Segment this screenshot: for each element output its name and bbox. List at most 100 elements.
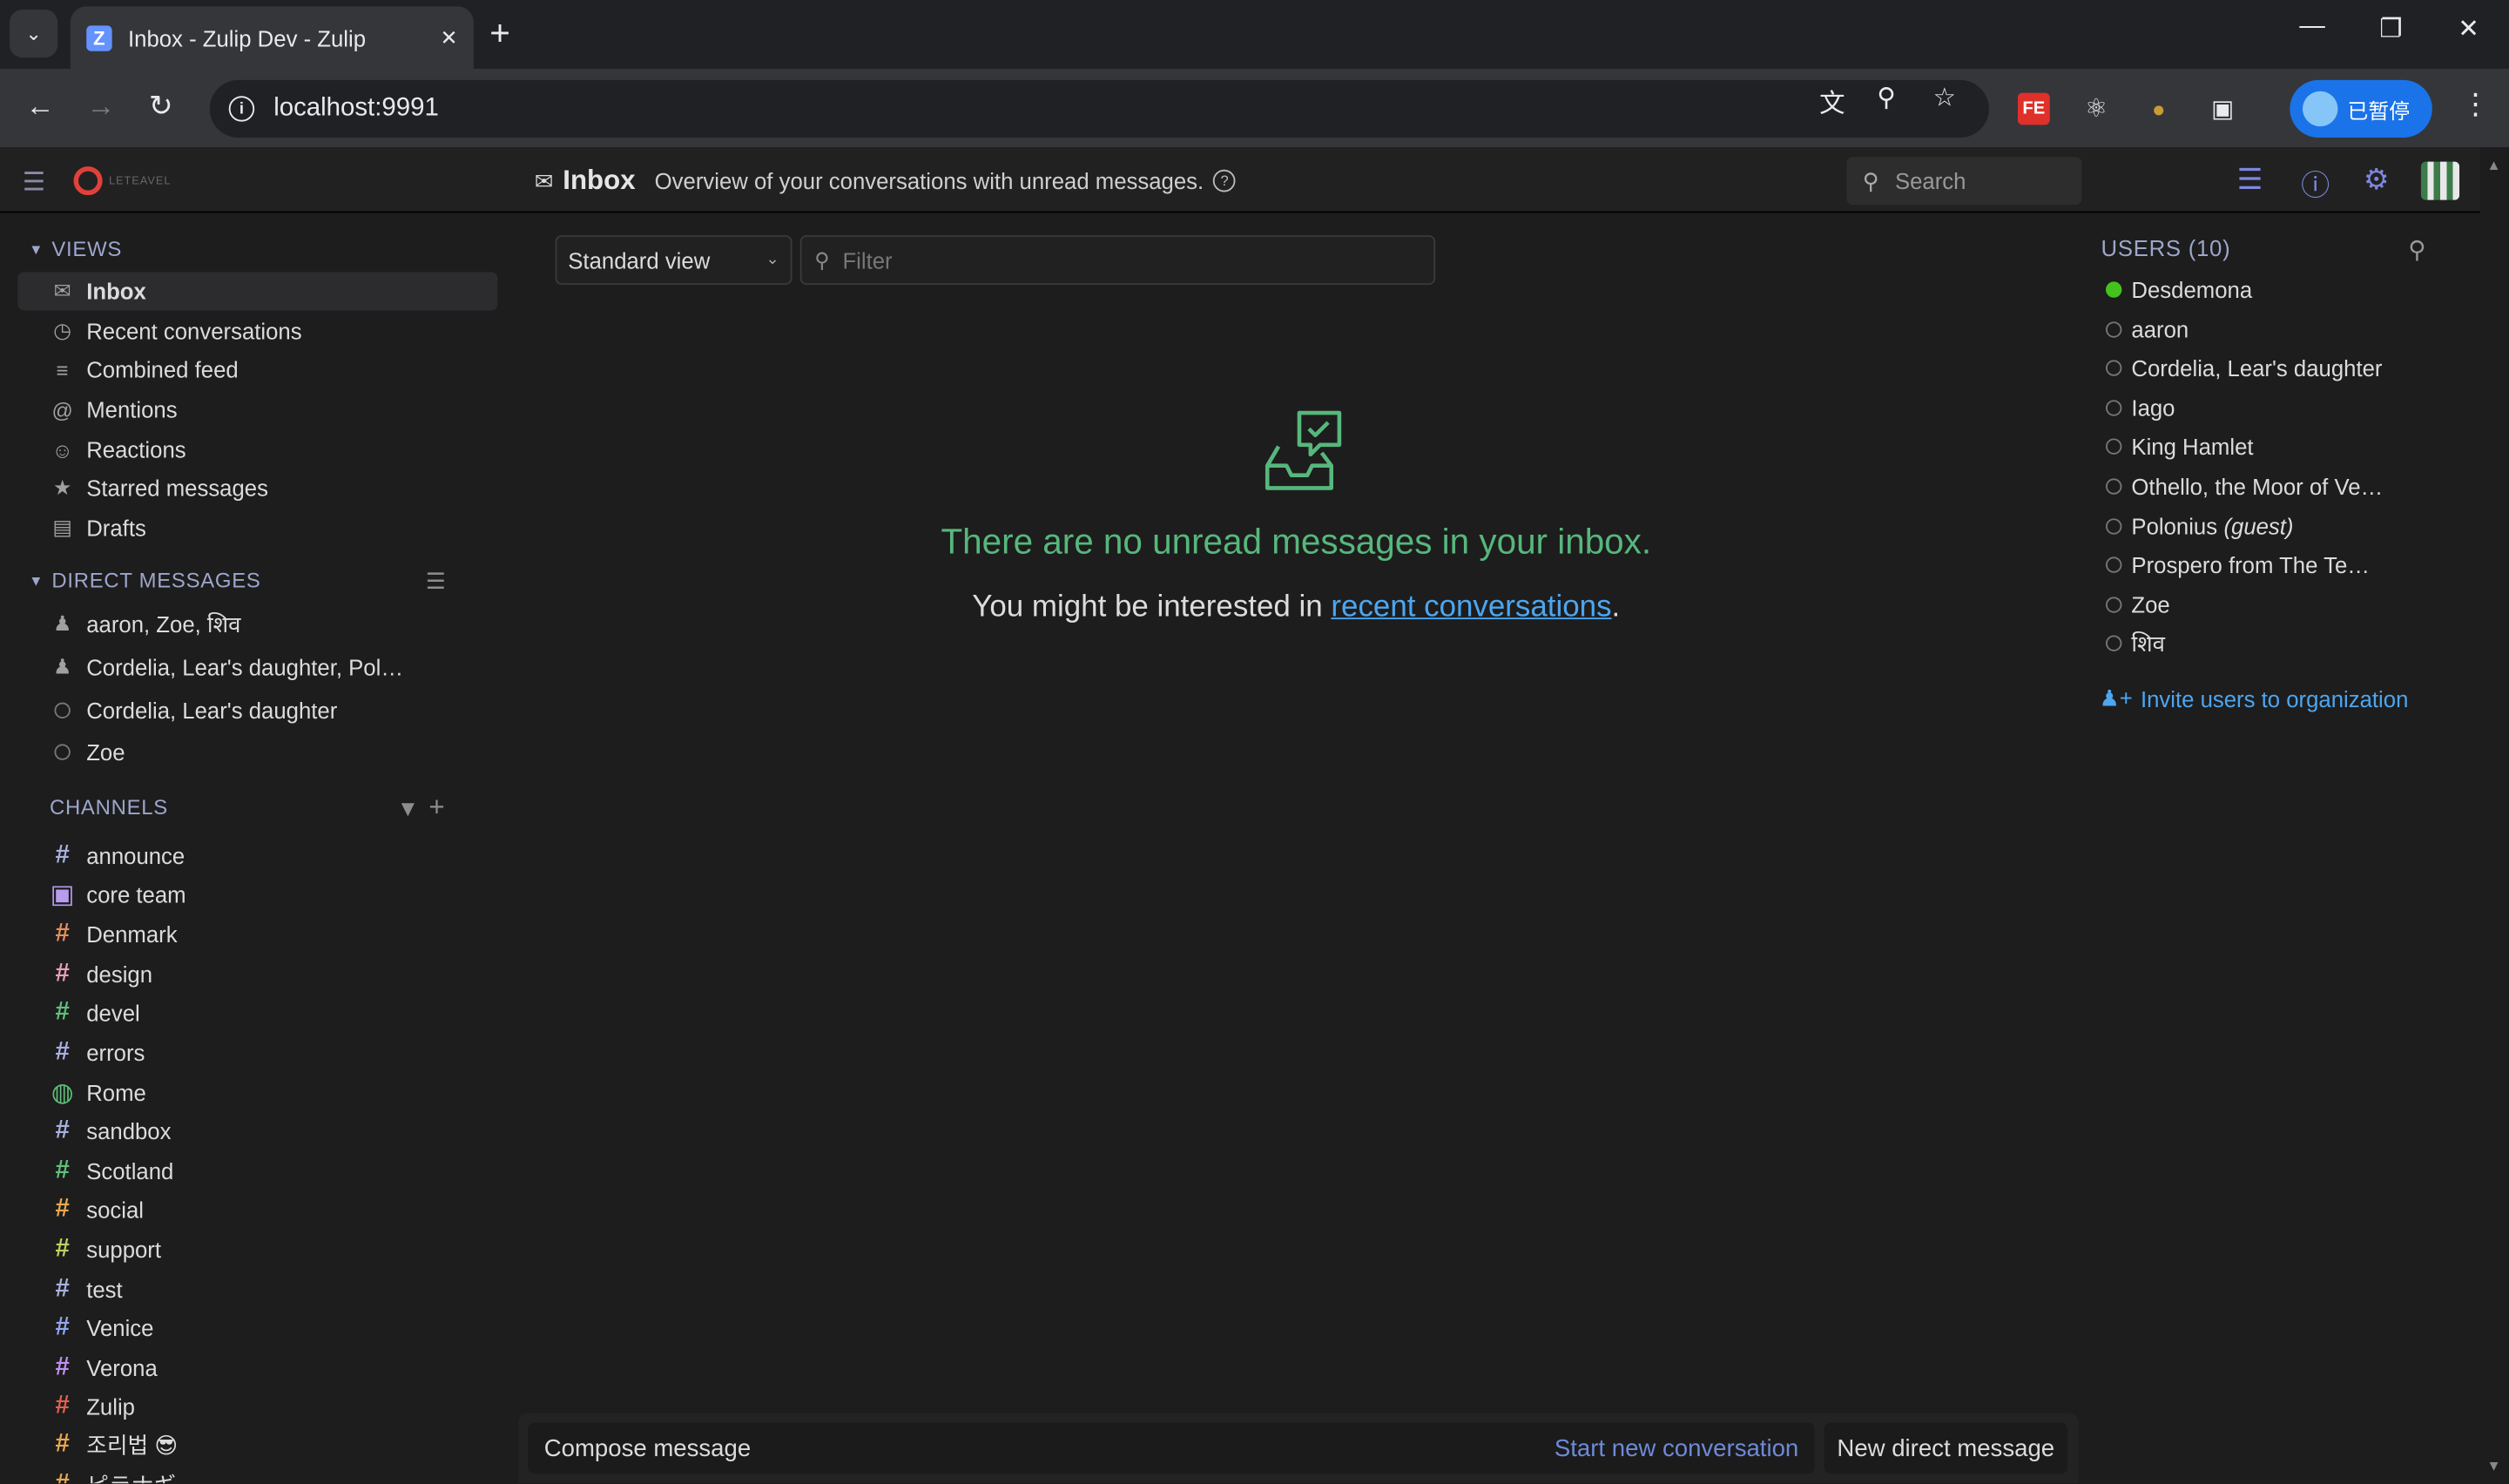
sidebar-channel-item[interactable]: # Venice [17, 1309, 497, 1347]
profile-button[interactable]: 已暂停 [2290, 79, 2432, 138]
channel-label: core team [86, 881, 186, 907]
sidebar-toggle-icon[interactable]: ☰ [23, 166, 45, 199]
users-heading[interactable]: USERS (10) [2101, 235, 2231, 260]
invite-users-link[interactable]: ♟+ Invite users to organization [2100, 685, 2409, 712]
sidebar-channel-item[interactable]: # 조리법 😎 [17, 1426, 497, 1464]
dm-item[interactable]: ♟ Cordelia, Lear's daughter, Pol… [17, 648, 497, 686]
user-list-item[interactable]: Cordelia, Lear's daughter [2106, 349, 2382, 388]
channel-label: Verona [86, 1355, 158, 1381]
sidebar-channel-item[interactable]: # test [17, 1271, 497, 1309]
user-list-item[interactable]: Zoe [2106, 585, 2170, 624]
sidebar-item-combined-feed[interactable]: ≡ Combined feed [17, 350, 497, 388]
sidebar-channel-item[interactable]: # devel [17, 994, 497, 1032]
restore-icon[interactable]: ❐ [2379, 13, 2402, 45]
sidebar-channel-item[interactable]: # sandbox [17, 1112, 497, 1150]
user-list-item[interactable]: King Hamlet [2106, 428, 2254, 466]
sidebar-channel-item[interactable]: # support [17, 1231, 497, 1269]
sidebar-item-inbox[interactable]: ✉ Inbox [17, 272, 498, 311]
new-direct-message-button[interactable]: New direct message [1824, 1422, 2067, 1474]
dm-item[interactable]: Cordelia, Lear's daughter [17, 691, 497, 730]
browser-menu-icon[interactable]: ⋮ [2461, 88, 2490, 122]
tab-close-icon[interactable]: ✕ [440, 24, 457, 50]
minimize-icon[interactable]: — [2299, 13, 2324, 42]
search-input[interactable]: ⚲ Search [1846, 157, 2082, 206]
dm-item[interactable]: Zoe [17, 733, 497, 772]
help-icon[interactable]: ? [1213, 169, 1236, 192]
org-logo[interactable]: LETEAVEL [73, 165, 183, 197]
user-avatar[interactable] [2420, 161, 2460, 200]
new-tab-icon[interactable]: + [489, 13, 510, 55]
dm-list-icon[interactable]: ☰ [426, 568, 446, 595]
add-channel-icon[interactable]: + [428, 793, 444, 825]
filter-icon[interactable]: ▼ [397, 795, 419, 820]
user-list-item[interactable]: Desdemona [2106, 271, 2252, 309]
forward-icon[interactable]: → [86, 90, 115, 124]
sidebar-item-reactions[interactable]: ☺ Reactions [17, 430, 497, 469]
presence-offline-icon [2106, 517, 2122, 534]
cookie-extension-icon[interactable]: ● [2142, 93, 2175, 125]
sidebar-item-mentions[interactable]: @ Mentions [17, 390, 497, 428]
dm-heading[interactable]: ▼ DIRECT MESSAGES [29, 568, 261, 592]
sidebar-channel-item[interactable]: # announce [17, 837, 497, 875]
dm-item[interactable]: ♟ aaron, Zoe, शिव [17, 605, 497, 644]
sidebar-channel-item[interactable]: # ピラナギ… [17, 1466, 497, 1484]
sidebar-item-label: Inbox [86, 278, 146, 305]
new-conversation-button[interactable]: Start new conversation [1555, 1434, 1798, 1461]
compose-message-button[interactable]: Compose message Start new conversation [528, 1422, 1815, 1474]
sidebar-channel-item[interactable]: # Verona [17, 1349, 497, 1387]
presence-offline-icon [2106, 320, 2122, 337]
translate-icon[interactable]: 文 [1819, 82, 1845, 120]
zoom-icon[interactable]: ⚲ [1877, 82, 1896, 114]
scroll-up-icon[interactable]: ▲ [2486, 157, 2500, 172]
profile-label: 已暂停 [2347, 98, 2411, 123]
sidebar-channel-item[interactable]: # design [17, 955, 497, 994]
hash-icon: # [55, 841, 70, 869]
user-list-item[interactable]: Othello, the Moor of Ve… [2106, 468, 2383, 506]
channel-label: Venice [86, 1315, 154, 1341]
browser-tab[interactable]: Z Inbox - Zulip Dev - Zulip ✕ [70, 6, 474, 70]
user-list-item[interactable]: शिव [2106, 624, 2165, 663]
user-list-item[interactable]: Polonius (guest) [2106, 507, 2294, 545]
user-name: Othello, the Moor of Ve… [2131, 473, 2384, 500]
view-select[interactable]: Standard view ⌄ [555, 235, 792, 286]
hash-icon: # [55, 1038, 70, 1066]
user-search-icon[interactable]: ⚲ [2408, 235, 2425, 264]
channels-heading[interactable]: CHANNELS [50, 795, 168, 820]
sidebar-channel-item[interactable]: # Denmark [17, 915, 497, 954]
views-heading[interactable]: ▼ VIEWS [29, 237, 122, 261]
extensions-puzzle-icon[interactable]: ▣ [2207, 93, 2239, 125]
react-extension-icon[interactable]: ⚛ [2081, 93, 2113, 125]
sidebar-channel-item[interactable]: ◍ Rome [17, 1074, 497, 1112]
settings-gear-icon[interactable]: ⚙ [2364, 163, 2390, 197]
hash-icon: # [55, 1313, 70, 1341]
user-list-item[interactable]: Iago [2106, 388, 2175, 427]
tab-search-icon[interactable]: ⌄ [10, 10, 58, 58]
sidebar-channel-item[interactable]: # social [17, 1191, 497, 1229]
empty-state-title: There are no unread messages in your inb… [941, 521, 1652, 562]
recent-conversations-link[interactable]: recent conversations [1331, 590, 1611, 624]
collapse-triangle-icon: ▼ [29, 571, 44, 589]
user-list-item[interactable]: Prospero from The Te… [2106, 546, 2370, 584]
sidebar-item-recent[interactable]: ◷ Recent conversations [17, 312, 497, 350]
address-bar[interactable]: i localhost:9991 [209, 79, 1989, 138]
site-info-icon[interactable]: i [228, 96, 255, 122]
sidebar-channel-item[interactable]: # Scotland [17, 1152, 497, 1191]
help-menu-icon[interactable]: ⓘ [2301, 163, 2330, 205]
reload-icon[interactable]: ↻ [149, 90, 173, 124]
sidebar-item-starred[interactable]: ★ Starred messages [17, 469, 497, 507]
user-list-toggle-icon[interactable]: ☰ [2237, 163, 2263, 197]
page-scrollbar[interactable]: ▲ ▼ [2479, 147, 2509, 1484]
scroll-down-icon[interactable]: ▼ [2486, 1458, 2500, 1474]
sidebar-channel-item[interactable]: ▣ core team [17, 875, 497, 914]
sidebar-channel-item[interactable]: # Zulip [17, 1387, 497, 1426]
sidebar-channel-item[interactable]: # errors [17, 1034, 497, 1072]
bookmark-star-icon[interactable]: ☆ [1933, 82, 1956, 114]
filter-input[interactable]: ⚲ Filter [799, 235, 1436, 286]
search-placeholder: Search [1894, 167, 1966, 194]
window-close-icon[interactable]: ✕ [2458, 13, 2479, 45]
user-list-item[interactable]: aaron [2106, 310, 2189, 348]
sidebar-item-drafts[interactable]: ▤ Drafts [17, 509, 497, 547]
back-icon[interactable]: ← [25, 90, 54, 124]
fe-extension-icon[interactable]: FE [2017, 92, 2050, 125]
compose-label: Compose message [543, 1434, 752, 1462]
